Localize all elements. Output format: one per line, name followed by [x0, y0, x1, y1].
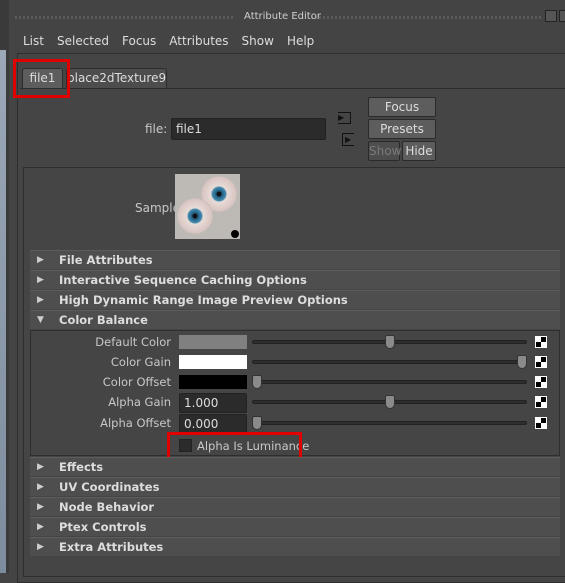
tab-file1[interactable]: file1 [22, 68, 63, 88]
map-texture-icon[interactable] [535, 376, 547, 388]
triangle-right-icon: ▶ [37, 482, 44, 492]
color-offset-slider-track[interactable] [252, 380, 527, 384]
menu-attributes[interactable]: Attributes [169, 34, 228, 48]
section-header-node-behavior[interactable]: ▶ Node Behavior [30, 497, 560, 516]
triangle-right-icon: ▶ [37, 255, 44, 265]
left-panel-edge [0, 0, 9, 573]
section-label: Color Balance [59, 313, 148, 327]
map-texture-icon[interactable] [535, 336, 547, 348]
map-texture-icon[interactable] [535, 396, 547, 408]
triangle-right-icon: ▶ [37, 542, 44, 552]
triangle-right-icon: ▶ [37, 522, 44, 532]
input-connection-icon[interactable]: ▶ [338, 112, 351, 124]
map-texture-icon[interactable] [535, 356, 547, 368]
color-offset-label: Color Offset [102, 375, 171, 389]
section-label: Effects [59, 460, 104, 474]
menu-focus[interactable]: Focus [122, 34, 156, 48]
section-header-ptex-controls[interactable]: ▶ Ptex Controls [30, 517, 560, 536]
alpha-gain-label: Alpha Gain [108, 395, 171, 409]
default-color-label: Default Color [95, 335, 171, 349]
color-offset-swatch[interactable] [179, 375, 247, 389]
alpha-offset-slider-track[interactable] [252, 421, 527, 425]
default-color-swatch[interactable] [179, 335, 247, 349]
alpha-gain-input[interactable]: 1.000 [179, 393, 247, 413]
section-header-color-balance[interactable]: ▼ Color Balance [30, 310, 560, 329]
section-label: UV Coordinates [59, 480, 160, 494]
hide-button[interactable]: Hide [402, 141, 436, 161]
section-header-effects[interactable]: ▶ Effects [30, 457, 560, 476]
section-header-high-dynamic-range-image-preview-options[interactable]: ▶ High Dynamic Range Image Preview Option… [30, 290, 560, 309]
sample-dot-icon [231, 230, 239, 238]
color-gain-slider-handle[interactable] [517, 355, 527, 369]
show-button[interactable]: Show [368, 141, 401, 161]
color-gain-label: Color Gain [110, 355, 171, 369]
alpha-offset-slider-handle[interactable] [252, 416, 262, 430]
window-title: Attribute Editor [244, 11, 321, 22]
close-icon[interactable] [559, 10, 565, 22]
alpha-offset-label: Alpha Offset [100, 416, 171, 430]
alpha-gain-slider-handle[interactable] [384, 395, 395, 409]
menu-bar: List Selected Focus Attributes Show Help [23, 34, 314, 48]
section-label: File Attributes [59, 253, 153, 267]
file-label: file: [145, 122, 168, 136]
section-label: Ptex Controls [59, 520, 147, 534]
section-header-uv-coordinates[interactable]: ▶ UV Coordinates [30, 477, 560, 496]
section-header-file-attributes[interactable]: ▶ File Attributes [30, 250, 560, 269]
default-color-slider-handle[interactable] [384, 335, 395, 349]
section-label: Interactive Sequence Caching Options [59, 273, 307, 287]
triangle-right-icon: ▶ [37, 462, 44, 472]
color-gain-slider-track[interactable] [252, 360, 527, 364]
tab-place2dtexture9[interactable]: place2dTexture9 [66, 68, 167, 88]
menu-list[interactable]: List [23, 34, 44, 48]
section-header-extra-attributes[interactable]: ▶ Extra Attributes [30, 537, 560, 556]
menu-help[interactable]: Help [287, 34, 314, 48]
triangle-down-icon: ▼ [37, 315, 44, 325]
section-label: Node Behavior [59, 500, 155, 514]
section-label: Extra Attributes [59, 540, 164, 554]
alpha-offset-input[interactable]: 0.000 [179, 414, 247, 434]
node-name-input[interactable]: file1 [171, 118, 326, 140]
color-offset-slider-handle[interactable] [252, 375, 262, 389]
output-connection-icon[interactable]: ▶ [342, 133, 354, 146]
menu-selected[interactable]: Selected [57, 34, 109, 48]
float-window-icon[interactable] [545, 10, 557, 22]
triangle-right-icon: ▶ [37, 275, 44, 285]
color-gain-swatch[interactable] [179, 355, 247, 369]
section-header-interactive-sequence-caching-options[interactable]: ▶ Interactive Sequence Caching Options [30, 270, 560, 289]
menu-show[interactable]: Show [242, 34, 274, 48]
sample-swatch [175, 174, 240, 239]
alpha-is-luminance-label: Alpha Is Luminance [197, 439, 310, 453]
section-label: High Dynamic Range Image Preview Options [59, 293, 348, 307]
triangle-right-icon: ▶ [37, 502, 44, 512]
triangle-right-icon: ▶ [37, 295, 44, 305]
focus-button[interactable]: Focus [368, 97, 436, 117]
presets-button[interactable]: Presets [368, 119, 436, 139]
eyeball-icon [177, 198, 213, 234]
sample-label: Sample [135, 201, 180, 215]
map-texture-icon[interactable] [535, 417, 547, 429]
alpha-is-luminance-checkbox[interactable] [179, 439, 192, 452]
